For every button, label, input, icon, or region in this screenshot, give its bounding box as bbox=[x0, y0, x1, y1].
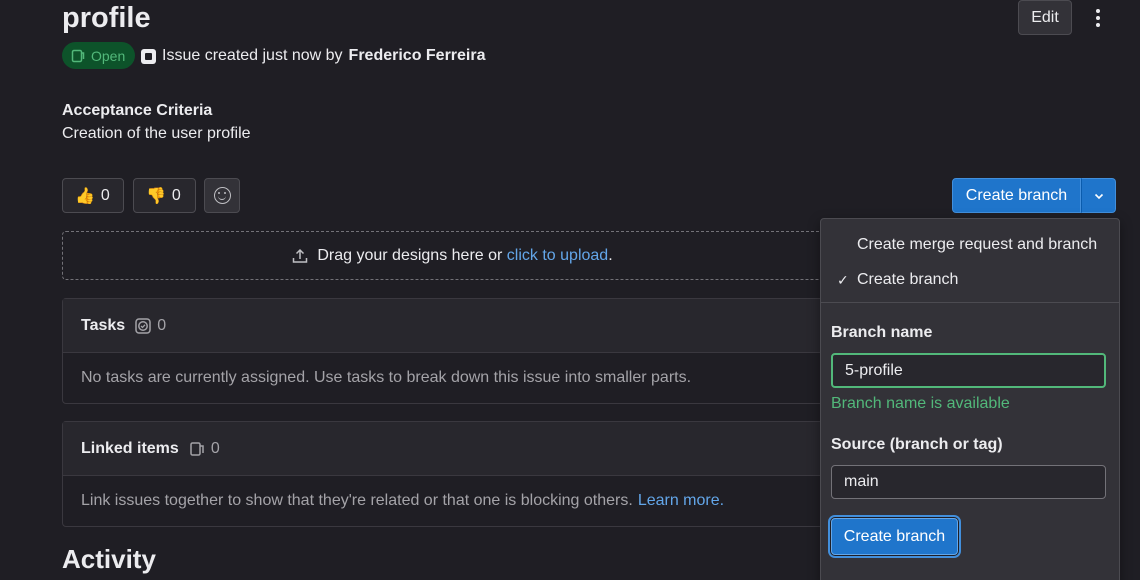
linked-items-header: Linked items 0 bbox=[63, 422, 841, 476]
issue-open-icon bbox=[71, 49, 85, 62]
upload-link[interactable]: click to upload bbox=[507, 247, 608, 264]
option-create-mr-and-branch[interactable]: Create merge request and branch bbox=[857, 236, 1097, 254]
linked-items-card: Linked items 0 Link issues together to s… bbox=[62, 421, 842, 527]
description-heading: Acceptance Criteria bbox=[62, 102, 213, 119]
create-branch-button[interactable]: Create branch bbox=[952, 178, 1081, 213]
branch-available-message: Branch name is available bbox=[831, 395, 1010, 412]
tasks-title: Tasks bbox=[81, 316, 126, 334]
source-input[interactable] bbox=[831, 465, 1106, 499]
status-label: Open bbox=[91, 47, 126, 64]
upload-icon bbox=[293, 248, 308, 263]
chevron-down-icon bbox=[1094, 193, 1103, 199]
task-done-icon bbox=[135, 317, 151, 334]
tasks-count: 0 bbox=[157, 316, 167, 334]
branch-name-input[interactable] bbox=[831, 353, 1106, 388]
linked-items-empty-text: Link issues together to show that they'r… bbox=[81, 492, 633, 509]
branch-name-label: Branch name bbox=[831, 324, 933, 341]
status-badge: Open bbox=[62, 42, 136, 69]
dropdown-divider bbox=[821, 302, 1119, 303]
thumbs-up-count: 0 bbox=[100, 186, 110, 204]
issue-type-icon bbox=[141, 48, 156, 64]
learn-more-link[interactable]: Learn more. bbox=[638, 492, 724, 510]
thumbs-up-icon: 👍 bbox=[75, 187, 95, 205]
create-branch-dropdown: Create merge request and branch ✓ Create… bbox=[820, 218, 1120, 580]
linked-items-empty-state: Link issues together to show that they'r… bbox=[63, 476, 841, 526]
more-actions-icon[interactable] bbox=[1088, 4, 1108, 32]
issue-meta: Issue created just now by Frederico Ferr… bbox=[141, 45, 486, 67]
smiley-icon bbox=[213, 187, 231, 204]
thumbs-down-count: 0 bbox=[171, 186, 181, 204]
check-icon: ✓ bbox=[837, 272, 849, 288]
thumbs-down-icon: 👎 bbox=[146, 187, 166, 205]
option-create-branch[interactable]: Create branch bbox=[857, 271, 958, 289]
thumbs-up-button[interactable]: 👍 0 bbox=[62, 178, 124, 213]
tasks-header: Tasks 0 bbox=[63, 299, 841, 353]
source-label: Source (branch or tag) bbox=[831, 436, 1003, 453]
tasks-empty-state: No tasks are currently assigned. Use tas… bbox=[81, 369, 692, 386]
created-text: Issue created just now by bbox=[162, 47, 343, 64]
create-branch-toggle[interactable] bbox=[1081, 178, 1116, 213]
tasks-card: Tasks 0 No tasks are currently assigned.… bbox=[62, 298, 842, 404]
upload-text: Drag your designs here or bbox=[317, 246, 503, 264]
linked-items-count: 0 bbox=[210, 439, 220, 457]
create-branch-split-button: Create branch bbox=[952, 178, 1116, 213]
description-text: Creation of the user profile bbox=[62, 125, 251, 142]
linked-items-title: Linked items bbox=[81, 439, 179, 457]
author-link[interactable]: Frederico Ferreira bbox=[349, 47, 486, 65]
create-branch-submit-button[interactable]: Create branch bbox=[831, 518, 958, 555]
edit-button[interactable]: Edit bbox=[1018, 0, 1072, 35]
linked-issue-icon bbox=[190, 441, 204, 456]
design-upload-zone[interactable]: Drag your designs here or click to uploa… bbox=[62, 231, 842, 280]
upload-suffix: . bbox=[608, 246, 613, 264]
thumbs-down-button[interactable]: 👎 0 bbox=[133, 178, 196, 213]
add-reaction-button[interactable] bbox=[204, 178, 240, 213]
issue-title: profile bbox=[62, 2, 151, 34]
activity-heading: Activity bbox=[62, 544, 156, 574]
